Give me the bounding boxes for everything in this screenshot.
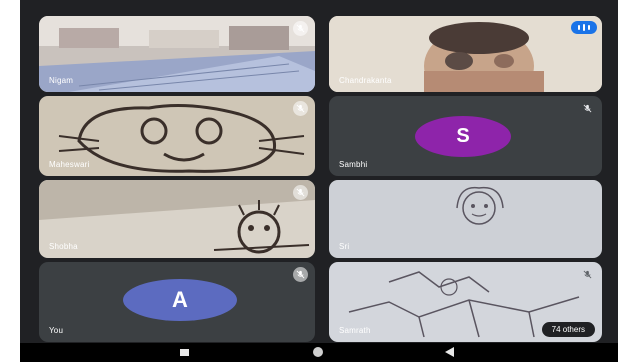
avatar-letter: S [456, 125, 470, 147]
participant-tile[interactable]: Nigam [39, 16, 315, 92]
avatar-letter: A [172, 287, 188, 312]
avatar: S [415, 116, 511, 157]
video-feed-classroom [39, 16, 315, 92]
participant-tile[interactable]: Sri [329, 180, 602, 258]
recents-icon[interactable] [180, 349, 189, 356]
participant-tile[interactable]: Maheswari [39, 96, 315, 176]
participant-tile[interactable]: Chandrakanta [329, 16, 602, 92]
participant-name: Maheswari [49, 160, 90, 169]
speaking-indicator-icon [571, 21, 597, 34]
system-nav-bar [20, 343, 618, 362]
mic-muted-icon [293, 185, 308, 200]
participant-tile[interactable]: Samrath 74 others [329, 262, 602, 342]
mic-muted-icon [293, 267, 308, 282]
participant-name: Nigam [49, 76, 74, 85]
participant-name: You [49, 326, 64, 335]
mic-muted-icon [293, 101, 308, 116]
mic-muted-icon [580, 101, 595, 116]
meeting-grid-screen: Nigam Chandrakanta Maheswari S Sambhi Sh… [20, 0, 618, 362]
back-icon[interactable] [445, 347, 454, 357]
home-icon[interactable] [313, 347, 323, 357]
participant-tile[interactable]: S Sambhi [329, 96, 602, 176]
participant-name: Samrath [339, 326, 371, 335]
video-feed-drawing [329, 180, 602, 258]
avatar: A [123, 279, 237, 321]
video-feed-drawing [39, 180, 315, 258]
participant-name: Chandrakanta [339, 76, 392, 85]
participant-name: Sambhi [339, 160, 368, 169]
participant-tile[interactable]: Shobha [39, 180, 315, 258]
participant-tile-self[interactable]: A You [39, 262, 315, 342]
others-count-button[interactable]: 74 others [541, 322, 595, 337]
mic-muted-icon [580, 267, 595, 282]
participant-name: Sri [339, 242, 350, 251]
mic-muted-icon [293, 21, 308, 36]
participant-name: Shobha [49, 242, 78, 251]
